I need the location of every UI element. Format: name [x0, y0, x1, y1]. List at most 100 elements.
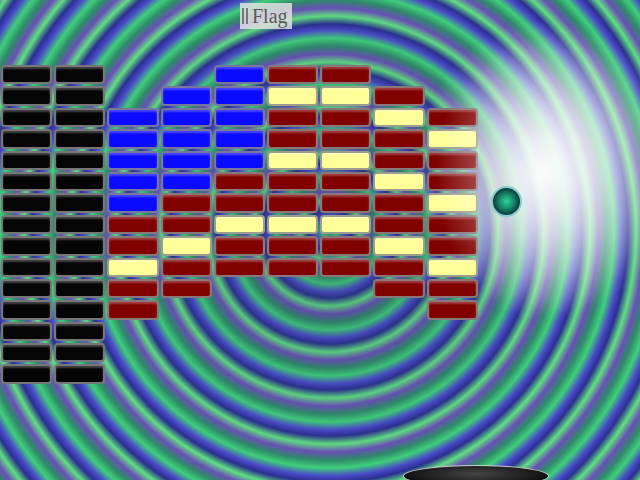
brick-block	[107, 258, 158, 277]
brick	[426, 150, 479, 171]
brick	[53, 107, 106, 128]
brick	[160, 278, 213, 299]
brick-block	[320, 151, 371, 170]
brick	[160, 171, 213, 192]
brick	[372, 85, 425, 106]
brick-block	[267, 129, 318, 148]
light-glow	[0, 0, 640, 480]
brick-block	[54, 300, 105, 319]
brick	[372, 214, 425, 235]
brick-block	[373, 279, 424, 298]
brick	[53, 299, 106, 320]
brick-block	[373, 129, 424, 148]
empty-cell	[160, 299, 213, 320]
level-title: Flag	[240, 3, 292, 29]
brick-block	[1, 215, 52, 234]
brick-block	[427, 300, 478, 319]
empty-cell	[372, 363, 425, 384]
brick-block	[161, 172, 212, 191]
brick	[53, 321, 106, 342]
brick-block	[54, 151, 105, 170]
brick	[426, 107, 479, 128]
brick-block	[427, 279, 478, 298]
brick-block	[267, 172, 318, 191]
brick	[106, 278, 159, 299]
brick-block	[320, 215, 371, 234]
brick-block	[1, 364, 52, 383]
brick-block	[214, 129, 265, 148]
brick	[266, 85, 319, 106]
brick	[266, 257, 319, 278]
brick	[319, 107, 372, 128]
brick-block	[214, 172, 265, 191]
brick-block	[320, 193, 371, 212]
brick-block	[107, 236, 158, 255]
brick	[0, 235, 53, 256]
brick	[0, 107, 53, 128]
brick	[53, 171, 106, 192]
empty-cell	[426, 363, 479, 384]
brick-block	[161, 151, 212, 170]
brick-block	[320, 108, 371, 127]
brick-block	[267, 193, 318, 212]
brick	[266, 107, 319, 128]
brick-block	[161, 215, 212, 234]
brick	[0, 64, 53, 85]
brick-block	[54, 108, 105, 127]
brick	[0, 128, 53, 149]
brick	[106, 171, 159, 192]
brick	[372, 257, 425, 278]
brick-block	[54, 364, 105, 383]
brick	[266, 235, 319, 256]
brick-block	[161, 236, 212, 255]
brick	[213, 257, 266, 278]
brick	[372, 278, 425, 299]
brick	[0, 257, 53, 278]
empty-cell	[426, 342, 479, 363]
empty-cell	[160, 363, 213, 384]
empty-cell	[213, 342, 266, 363]
brick	[266, 171, 319, 192]
brick-block	[1, 65, 52, 84]
brick-block	[161, 108, 212, 127]
empty-cell	[213, 299, 266, 320]
brick	[319, 214, 372, 235]
brick	[372, 192, 425, 213]
empty-cell	[426, 64, 479, 85]
brick	[160, 214, 213, 235]
brick	[53, 342, 106, 363]
empty-cell	[160, 321, 213, 342]
brick	[372, 128, 425, 149]
brick	[53, 192, 106, 213]
brick-block	[161, 129, 212, 148]
brick-block	[1, 236, 52, 255]
brick-block	[1, 300, 52, 319]
brick-block	[54, 322, 105, 341]
empty-cell	[213, 278, 266, 299]
brick	[426, 235, 479, 256]
brick	[53, 150, 106, 171]
brick-block	[1, 322, 52, 341]
brick-block	[54, 193, 105, 212]
brick-block	[1, 279, 52, 298]
brick	[213, 150, 266, 171]
brick-block	[54, 65, 105, 84]
brick	[160, 257, 213, 278]
brick-block	[267, 236, 318, 255]
brick	[53, 214, 106, 235]
brick	[160, 128, 213, 149]
brick	[426, 257, 479, 278]
empty-cell	[160, 64, 213, 85]
empty-cell	[372, 321, 425, 342]
paddle[interactable]	[403, 465, 549, 480]
brick-block	[320, 258, 371, 277]
brick	[53, 257, 106, 278]
brick-block	[373, 108, 424, 127]
brick-block	[214, 215, 265, 234]
brick-block	[320, 65, 371, 84]
ball	[491, 186, 522, 217]
brick	[372, 235, 425, 256]
brick-block	[161, 193, 212, 212]
brick	[319, 192, 372, 213]
empty-cell	[266, 299, 319, 320]
